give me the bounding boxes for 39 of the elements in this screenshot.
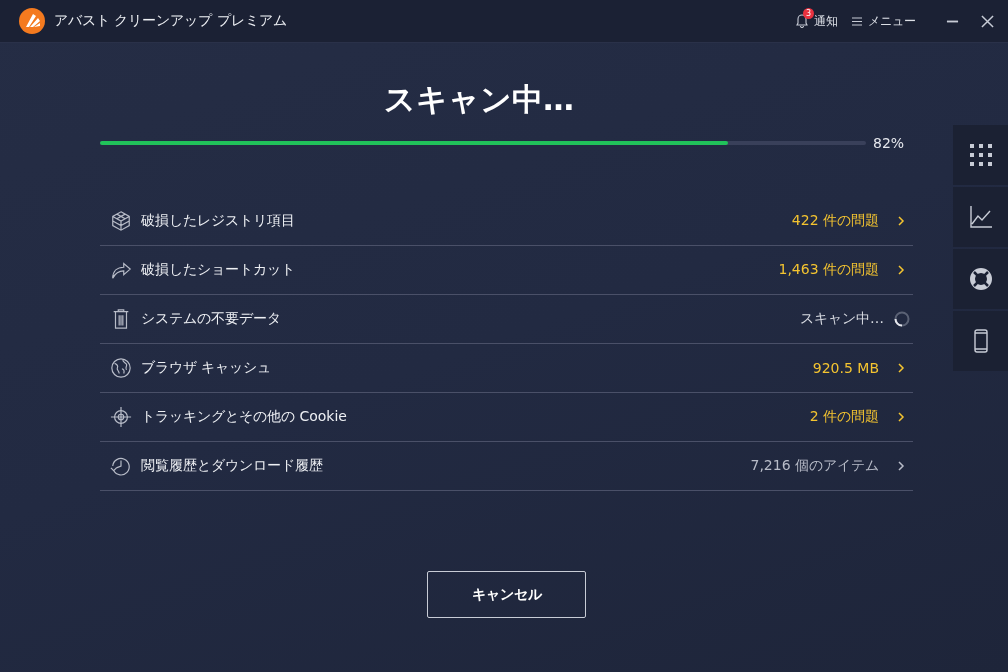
close-icon[interactable] bbox=[981, 14, 994, 28]
scan-item-label: トラッキングとその他の Cookie bbox=[141, 408, 348, 426]
scan-item-label: ブラウザ キャッシュ bbox=[141, 359, 273, 377]
chevron-right-icon[interactable] bbox=[897, 215, 905, 227]
chevron-right-icon[interactable] bbox=[897, 460, 905, 472]
chevron-right-icon[interactable] bbox=[897, 411, 905, 423]
lifebuoy-icon bbox=[968, 267, 993, 291]
side-panel-button[interactable] bbox=[953, 125, 1008, 185]
scan-item-label: 破損したレジストリ項目 bbox=[141, 212, 296, 230]
side-panel-button[interactable] bbox=[953, 311, 1008, 371]
side-panel-button[interactable] bbox=[953, 187, 1008, 247]
notification-count-badge: 3 bbox=[803, 8, 814, 19]
scan-title: スキャン中… bbox=[383, 80, 575, 119]
scan-result: 422 件の問題 bbox=[791, 212, 879, 230]
scan-result: 7,216 個のアイテム bbox=[750, 457, 879, 475]
cube-grid-icon bbox=[110, 210, 132, 232]
window-title: アバスト クリーンアップ プレミアム bbox=[54, 12, 287, 30]
scan-result: 1,463 件の問題 bbox=[778, 261, 879, 279]
grid-icon bbox=[968, 143, 993, 167]
crosshair-icon bbox=[110, 406, 132, 428]
loading-spinner-icon bbox=[894, 311, 910, 327]
scan-result: 920.5 MB bbox=[812, 360, 879, 376]
scan-item-label: 破損したショートカット bbox=[141, 261, 296, 279]
globe-icon bbox=[110, 357, 132, 379]
clock-icon bbox=[110, 455, 132, 477]
logo-icon bbox=[19, 8, 45, 34]
progress-percent: 82% bbox=[873, 135, 905, 151]
chevron-right-icon[interactable] bbox=[897, 264, 905, 276]
chevron-right-icon[interactable] bbox=[897, 362, 905, 374]
line-chart-icon bbox=[968, 205, 993, 229]
scan-result: スキャン中… bbox=[800, 310, 884, 328]
scan-result: 2 件の問題 bbox=[809, 408, 879, 426]
scan-item-label: 閲覧履歴とダウンロード履歴 bbox=[141, 457, 324, 475]
side-panel-button[interactable] bbox=[953, 249, 1008, 309]
cancel-button[interactable]: キャンセル bbox=[427, 571, 586, 618]
bell-icon bbox=[796, 14, 808, 28]
menu-icon bbox=[852, 16, 862, 26]
scan-item-label: システムの不要データ bbox=[141, 310, 282, 328]
menu-button[interactable]: メニュー bbox=[852, 12, 916, 30]
